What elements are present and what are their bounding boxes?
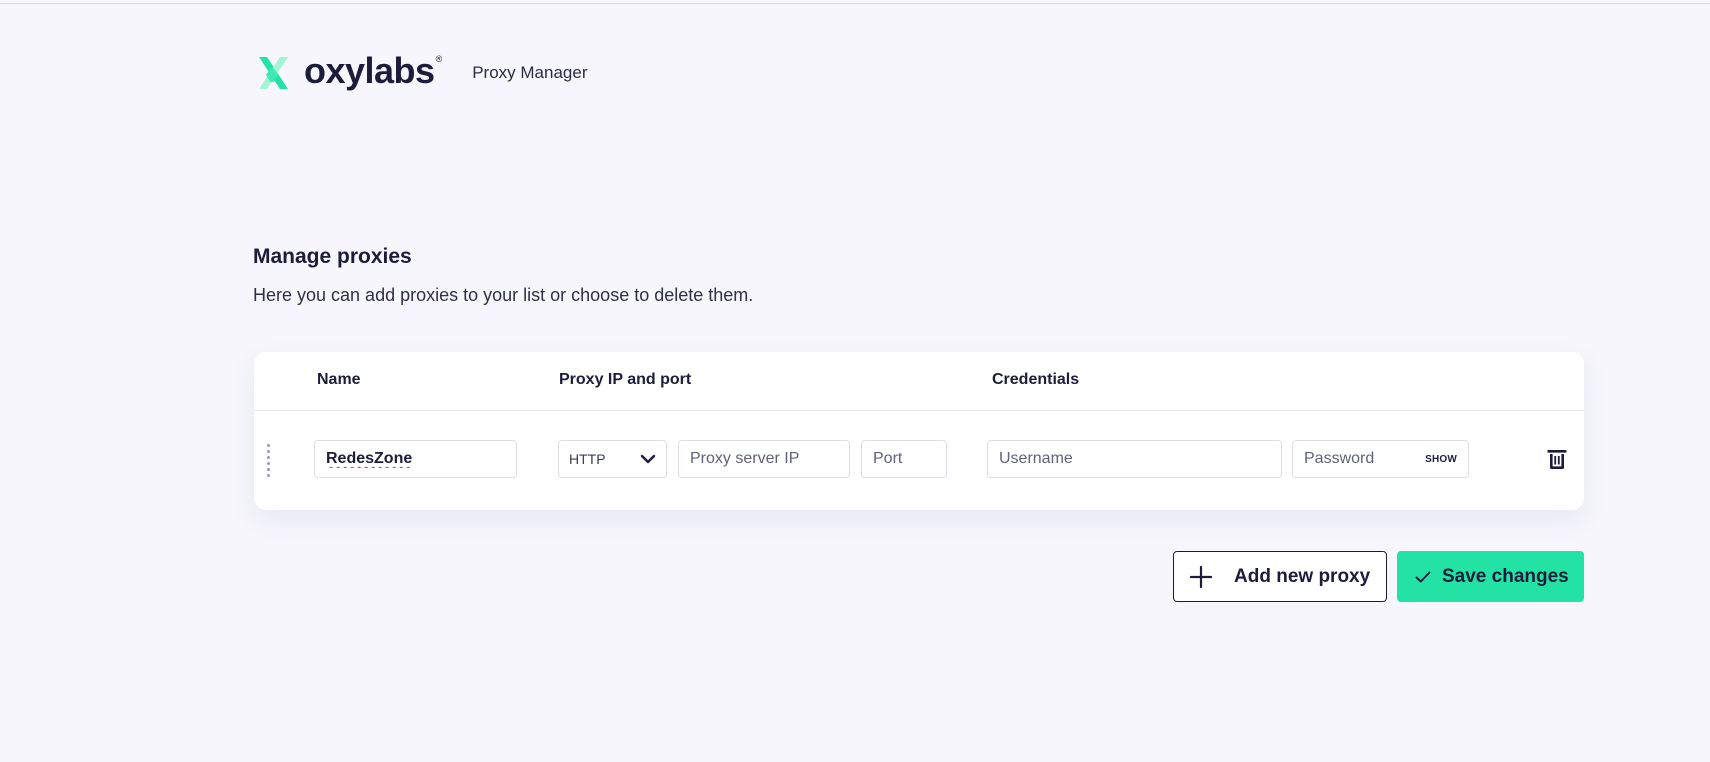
page-description: Here you can add proxies to your list or… — [253, 285, 754, 305]
protocol-select-value: HTTP — [569, 451, 606, 467]
password-field: SHOW — [1292, 440, 1469, 478]
add-new-proxy-label: Add new proxy — [1234, 565, 1371, 587]
trash-icon — [1547, 450, 1567, 469]
protocol-select[interactable]: HTTP — [558, 440, 667, 478]
chevron-down-icon — [640, 454, 656, 464]
column-header-credentials: Credentials — [992, 371, 1080, 388]
brand-registered-mark: ® — [435, 54, 443, 64]
username-input[interactable] — [987, 440, 1282, 478]
save-changes-label: Save changes — [1442, 565, 1569, 587]
product-name: Proxy Manager — [472, 63, 588, 82]
proxy-table-card: Name Proxy IP and port Credentials HTTP … — [254, 352, 1584, 510]
app-header: oxylabs ® Proxy Manager — [253, 53, 588, 93]
page-title: Manage proxies — [253, 245, 412, 268]
column-header-proxy: Proxy IP and port — [559, 371, 692, 388]
plus-icon — [1190, 565, 1212, 588]
proxy-ip-input[interactable] — [678, 440, 850, 478]
table-header: Name Proxy IP and port Credentials — [254, 352, 1584, 411]
column-header-name: Name — [317, 371, 361, 388]
delete-proxy-button[interactable] — [1545, 447, 1569, 471]
top-divider — [0, 3, 1710, 4]
proxy-name-input[interactable] — [314, 440, 517, 478]
password-input[interactable] — [1304, 450, 1414, 468]
show-password-button[interactable]: SHOW — [1425, 454, 1457, 465]
drag-handle-icon[interactable] — [267, 444, 271, 480]
save-changes-button[interactable]: Save changes — [1397, 551, 1584, 602]
oxylabs-logo-icon — [259, 57, 288, 89]
brand-logo-text: oxylabs — [304, 50, 435, 91]
add-new-proxy-button[interactable]: Add new proxy — [1173, 551, 1387, 602]
proxy-port-input[interactable] — [861, 440, 947, 478]
check-icon — [1415, 571, 1431, 582]
